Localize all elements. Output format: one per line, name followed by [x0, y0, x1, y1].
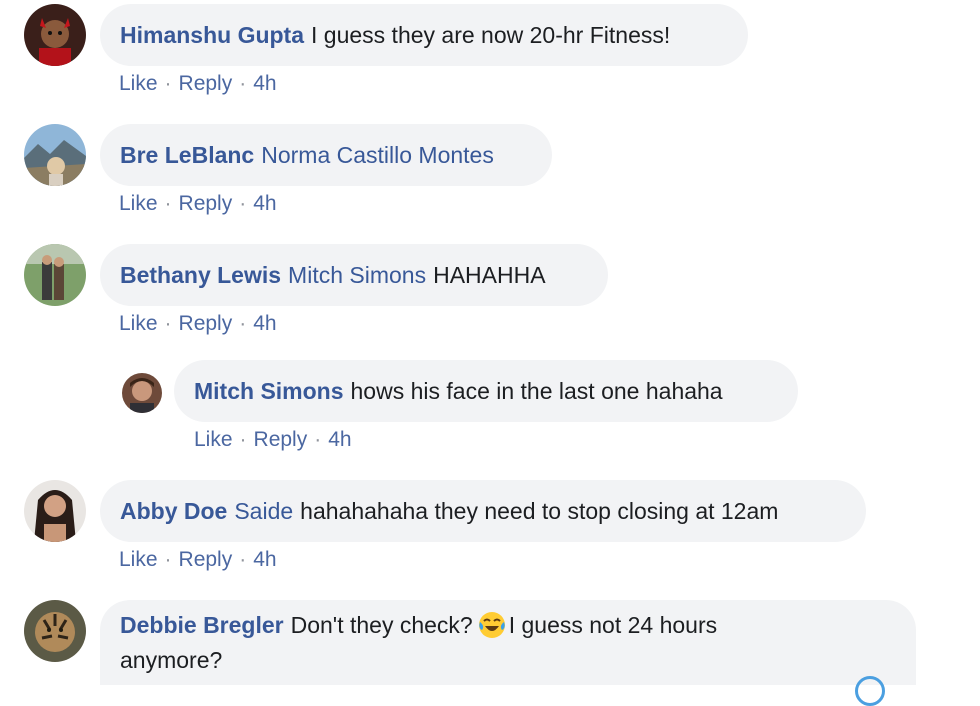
separator: ·	[314, 428, 322, 451]
comment-actions: Like · Reply · 4h	[119, 548, 277, 572]
comment-text: hows his face in the last one hahaha	[350, 378, 723, 404]
avatar[interactable]	[24, 244, 86, 306]
man-portrait-avatar-icon	[122, 373, 162, 413]
like-link[interactable]: Like	[119, 548, 158, 571]
mention-link[interactable]: Norma Castillo Montes	[261, 139, 494, 171]
mention-link[interactable]: Mitch Simons	[288, 259, 426, 291]
mountain-photo-avatar-icon	[24, 124, 86, 186]
timestamp-link[interactable]: 4h	[253, 192, 276, 215]
like-link[interactable]: Like	[119, 312, 158, 335]
reply-link[interactable]: Reply	[179, 192, 233, 215]
separator: ·	[239, 72, 247, 95]
comment-text: I guess not 24 hours	[508, 612, 718, 639]
avatar[interactable]	[122, 373, 162, 413]
comment-text: I guess they are now 20-hr Fitness!	[311, 22, 671, 48]
mention-link[interactable]: Saide	[234, 495, 293, 527]
comment-text: hahahahaha they need to stop closing at …	[300, 498, 779, 524]
like-link[interactable]: Like	[119, 192, 158, 215]
separator: ·	[239, 548, 247, 571]
avatar[interactable]	[24, 4, 86, 66]
comment-actions: Like · Reply · 4h	[119, 72, 277, 96]
comment-bubble: Mitch Simons hows his face in the last o…	[174, 360, 798, 422]
comment-author[interactable]: Debbie Bregler	[120, 612, 284, 638]
comment-text: anymore?	[120, 646, 223, 673]
avatar[interactable]	[24, 600, 86, 662]
tiger-photo-avatar-icon	[24, 600, 86, 662]
timestamp-link[interactable]: 4h	[253, 548, 276, 571]
comment-line: anymore?	[120, 644, 222, 676]
like-link[interactable]: Like	[194, 428, 233, 451]
avatar[interactable]	[24, 124, 86, 186]
comment-bubble: Bethany Lewis Mitch Simons HAHAHHA	[100, 244, 608, 306]
comment-actions: Like · Reply · 4h	[119, 312, 277, 336]
comment-author[interactable]: Mitch Simons	[194, 375, 344, 407]
separator: ·	[239, 192, 247, 215]
comment-author[interactable]: Himanshu Gupta	[120, 19, 304, 51]
comment-bubble: Bre LeBlanc Norma Castillo Montes	[100, 124, 552, 186]
comment-actions: Like · Reply · 4h	[194, 428, 352, 452]
separator: ·	[239, 312, 247, 335]
reaction-button-icon[interactable]	[855, 676, 885, 706]
separator: ·	[164, 72, 172, 95]
separator: ·	[239, 428, 247, 451]
comment-author[interactable]: Abby Doe	[120, 495, 227, 527]
tears-of-joy-emoji-icon	[478, 611, 505, 638]
avatar[interactable]	[24, 480, 86, 542]
like-link[interactable]: Like	[119, 72, 158, 95]
comment-line: Debbie Bregler Don't they check? I guess …	[120, 609, 717, 644]
comment-bubble: Abby Doe Saide hahahahaha they need to s…	[100, 480, 866, 542]
comment-author[interactable]: Bre LeBlanc	[120, 139, 254, 171]
woman-portrait-avatar-icon	[24, 480, 86, 542]
devil-horns-avatar-icon	[24, 4, 86, 66]
reply-link[interactable]: Reply	[179, 72, 233, 95]
separator: ·	[164, 312, 172, 335]
reply-link[interactable]: Reply	[179, 312, 233, 335]
couple-field-avatar-icon	[24, 244, 86, 306]
comment-text: Don't they check?	[290, 612, 473, 639]
reply-link[interactable]: Reply	[179, 548, 233, 571]
separator: ·	[164, 192, 172, 215]
comment-bubble: Debbie Bregler Don't they check? I guess …	[100, 600, 916, 685]
comment-bubble: Himanshu Gupta I guess they are now 20-h…	[100, 4, 748, 66]
timestamp-link[interactable]: 4h	[253, 312, 276, 335]
timestamp-link[interactable]: 4h	[253, 72, 276, 95]
reply-link[interactable]: Reply	[254, 428, 308, 451]
comment-text: HAHAHHA	[433, 262, 546, 288]
comment-author[interactable]: Bethany Lewis	[120, 259, 281, 291]
comment-actions: Like · Reply · 4h	[119, 192, 277, 216]
separator: ·	[164, 548, 172, 571]
timestamp-link[interactable]: 4h	[328, 428, 351, 451]
